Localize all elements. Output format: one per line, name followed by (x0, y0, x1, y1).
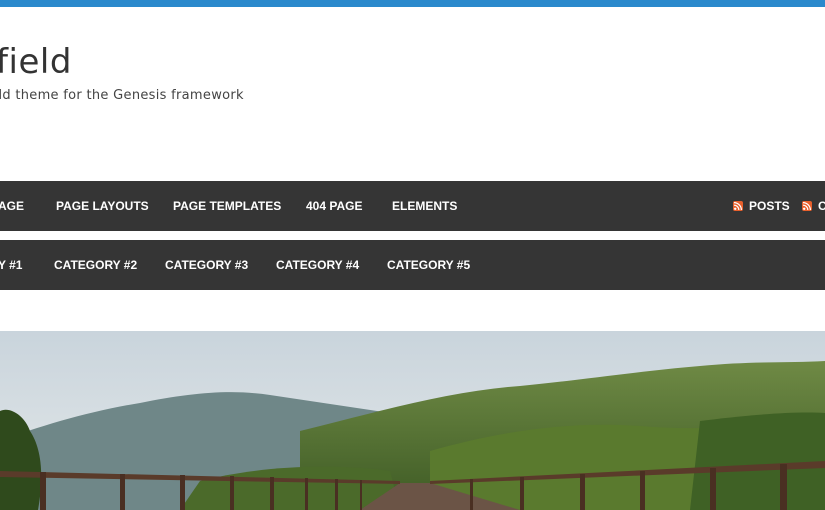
comments-feed-link[interactable]: C (802, 181, 825, 231)
posts-feed-label: POSTS (749, 199, 790, 213)
nav-item-category-3[interactable]: CATEGORY #3 (165, 240, 248, 290)
nav-item-category-4[interactable]: CATEGORY #4 (276, 240, 359, 290)
nav-item-category-2[interactable]: CATEGORY #2 (54, 240, 137, 290)
hero-image (0, 331, 825, 510)
nav-item-page[interactable]: AGE (0, 181, 24, 231)
rss-icon (802, 201, 812, 211)
top-accent-bar (0, 0, 825, 7)
comments-feed-label: C (818, 199, 825, 213)
primary-navigation: AGE PAGE LAYOUTS PAGE TEMPLATES 404 PAGE… (0, 181, 825, 231)
nav-item-page-templates[interactable]: PAGE TEMPLATES (173, 181, 281, 231)
nav-item-category-1[interactable]: Y #1 (0, 240, 22, 290)
secondary-navigation: Y #1 CATEGORY #2 CATEGORY #3 CATEGORY #4… (0, 240, 825, 290)
nav-item-category-5[interactable]: CATEGORY #5 (387, 240, 470, 290)
site-description: hild theme for the Genesis framework (0, 88, 244, 103)
rss-icon (733, 201, 743, 211)
posts-feed-link[interactable]: POSTS (733, 181, 790, 231)
nav-item-elements[interactable]: ELEMENTS (392, 181, 457, 231)
nav-item-404-page[interactable]: 404 PAGE (306, 181, 362, 231)
site-title[interactable]: nfield (0, 42, 72, 82)
nav-item-page-layouts[interactable]: PAGE LAYOUTS (56, 181, 149, 231)
